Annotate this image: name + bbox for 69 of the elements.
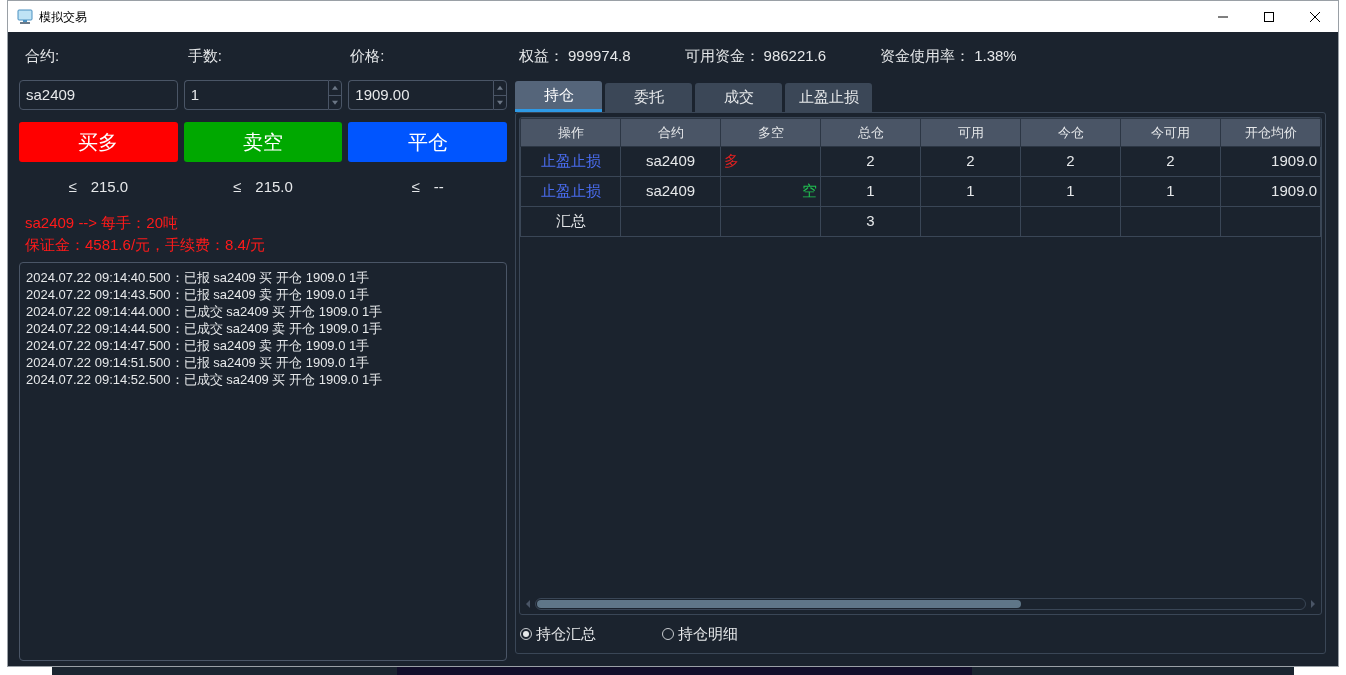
limit-sign: ≤	[68, 176, 77, 197]
contract-field[interactable]: sa2409	[19, 80, 178, 110]
log-line: 2024.07.22 09:14:47.500：已报 sa2409 卖 开仓 1909.0 1手	[26, 337, 371, 354]
radio-label: 持仓明细	[678, 623, 738, 644]
monitor-icon	[17, 8, 33, 25]
table-cell: 多	[720, 146, 821, 177]
column-header: 可用	[920, 118, 1021, 147]
table-cell: 1909.0	[1220, 176, 1321, 207]
column-header: 开仓均价	[1220, 118, 1321, 147]
table-cell: 2	[920, 146, 1021, 177]
account-label: 资金使用率：	[880, 45, 971, 66]
log-line: 2024.07.22 09:14:51.500：已报 sa2409 买 开仓 1909.0 1手	[26, 354, 371, 371]
table-cell: 3	[820, 206, 921, 237]
table-cell: 汇总	[520, 206, 621, 237]
limit-value: 215.0	[90, 176, 129, 197]
tab[interactable]: 委托	[605, 83, 692, 112]
order-button[interactable]: 买多	[19, 122, 178, 162]
table-cell: 2	[1120, 146, 1221, 177]
window-title: 模拟交易	[39, 8, 87, 26]
lots-field[interactable]: 1	[183, 80, 329, 110]
scroll-left-icon[interactable]	[524, 599, 532, 609]
contract-info: sa2409 --> 每手：20吨	[25, 213, 179, 233]
table-cell: 2	[1020, 146, 1121, 177]
account-value: 999974.8	[568, 45, 631, 66]
table-cell: 1	[1120, 176, 1221, 207]
spinner[interactable]	[328, 80, 343, 110]
order-button[interactable]: 平仓	[348, 122, 507, 162]
log-line: 2024.07.22 09:14:40.500：已报 sa2409 买 开仓 1909.0 1手	[26, 269, 371, 286]
table-cell: 1	[1020, 176, 1121, 207]
radio-label: 持仓汇总	[536, 623, 596, 644]
maximize-icon	[1264, 11, 1274, 22]
limit-value: --	[433, 176, 444, 197]
spinner[interactable]	[493, 80, 507, 110]
limit-sign: ≤	[233, 176, 242, 197]
account-value: 986221.6	[763, 45, 827, 66]
tab[interactable]: 成交	[695, 83, 782, 112]
table-cell: 1	[920, 176, 1021, 207]
column-header: 今可用	[1120, 118, 1221, 147]
column-header: 总仓	[820, 118, 921, 147]
column-header: 今仓	[1020, 118, 1121, 147]
scroll-right-icon[interactable]	[1309, 599, 1317, 609]
log-line: 2024.07.22 09:14:43.500：已报 sa2409 卖 开仓 1909.0 1手	[26, 286, 371, 303]
column-header: 合约	[620, 118, 721, 147]
limit-sign: ≤	[411, 176, 420, 197]
account-label: 可用资金：	[684, 45, 760, 66]
close-icon	[1310, 11, 1320, 22]
limit-value: 215.0	[255, 176, 293, 197]
field-label: 手数:	[187, 45, 223, 66]
stop-loss-link[interactable]: 止盈止损	[520, 176, 621, 207]
log-line: 2024.07.22 09:14:44.000：已成交 sa2409 买 开仓 1909.0 1手	[26, 303, 384, 320]
tab[interactable]: 持仓	[515, 81, 602, 112]
log-line: 2024.07.22 09:14:44.500：已成交 sa2409 卖 开仓 1909.0 1手	[26, 320, 384, 337]
price-field[interactable]: 1909.00	[348, 80, 493, 110]
stop-loss-link[interactable]: 止盈止损	[520, 146, 621, 177]
account-value: 1.38%	[974, 45, 1017, 66]
column-header: 多空	[720, 118, 821, 147]
table-cell: 2	[820, 146, 921, 177]
tab[interactable]: 止盈止损	[785, 83, 872, 112]
contract-info: 保证金：4581.6/元，手续费：8.4/元	[25, 235, 267, 255]
table-cell: sa2409	[620, 176, 721, 207]
field-label: 合约:	[25, 45, 61, 66]
account-label: 权益：	[519, 45, 564, 66]
table-cell: 1909.0	[1220, 146, 1321, 177]
table-cell: 空	[720, 176, 821, 207]
log-line: 2024.07.22 09:14:52.500：已成交 sa2409 买 开仓 1909.0 1手	[26, 371, 384, 388]
table-cell: 1	[820, 176, 921, 207]
table-cell: sa2409	[620, 146, 721, 177]
field-label: 价格:	[350, 45, 386, 66]
column-header: 操作	[520, 118, 621, 147]
